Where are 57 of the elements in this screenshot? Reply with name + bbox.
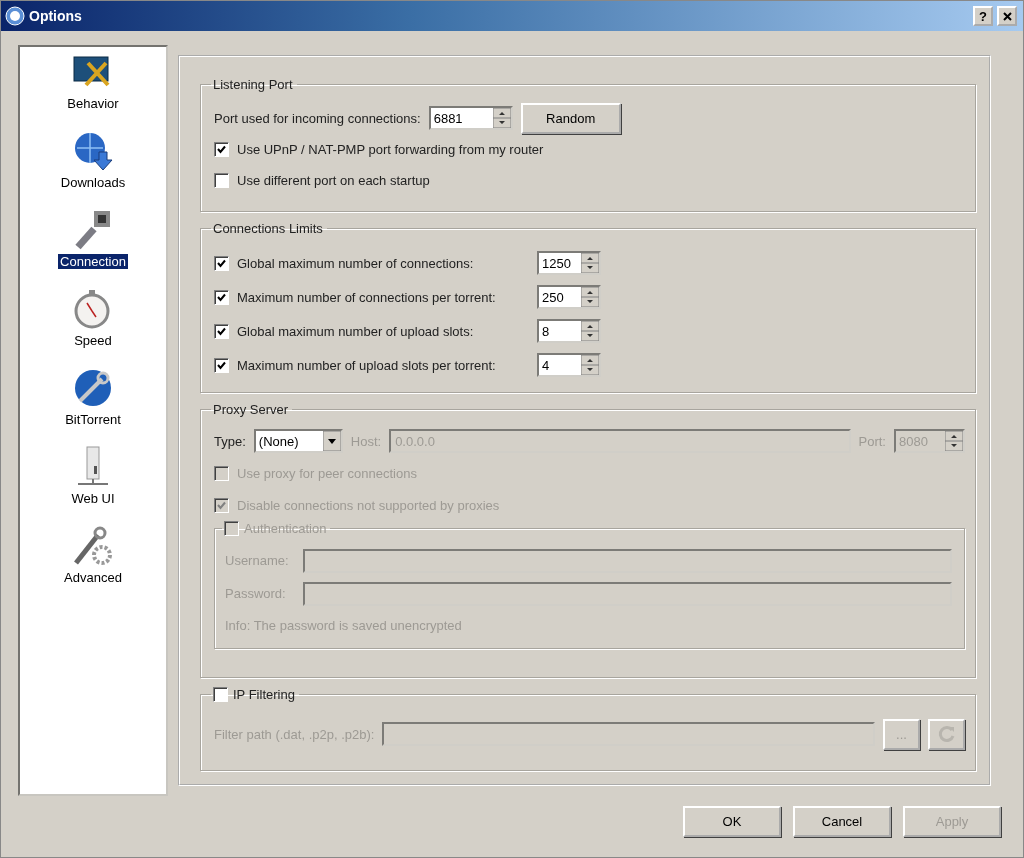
field-label: Port used for incoming connections:: [214, 110, 421, 126]
check-mark-icon: [217, 500, 226, 510]
number-field[interactable]: 4: [537, 353, 601, 377]
random-button[interactable]: Random: [520, 102, 621, 134]
number-field[interactable]: 6881: [428, 106, 513, 130]
check-mark-icon: [217, 360, 226, 370]
spin-arrows-icon[interactable]: [581, 321, 599, 341]
globe-download-icon: [72, 130, 114, 172]
app-logo-icon: [5, 6, 25, 26]
sidebar-item[interactable]: Advanced: [62, 570, 124, 585]
close-icon: [1002, 11, 1012, 21]
checkbox-label: Authentication: [244, 521, 327, 536]
filter-path-field[interactable]: [382, 722, 875, 746]
sidebar-item[interactable]: Web UI: [69, 491, 117, 506]
group-title: Connections Limits: [213, 221, 323, 236]
checkbox[interactable]: [214, 173, 229, 188]
check-mark-icon: [217, 258, 226, 268]
group-title: Proxy Server: [213, 402, 289, 417]
checkbox[interactable]: [214, 142, 229, 157]
sidebar-item[interactable]: Downloads: [58, 175, 128, 190]
spin-arrows-icon[interactable]: [581, 355, 599, 375]
check-mark-icon: [217, 292, 226, 302]
check-mark-icon: [217, 326, 226, 336]
number-field[interactable]: 250: [537, 285, 601, 309]
reload-icon: [937, 725, 956, 743]
checkbox-label: Maximum number of connections per torrent:: [237, 289, 497, 305]
checkbox-label: Maximum number of upload slots per torrent:: [237, 357, 497, 373]
checkbox[interactable]: [213, 687, 228, 702]
sidebar-item[interactable]: Connection: [58, 254, 128, 269]
number-field[interactable]: 1250: [537, 251, 601, 275]
help-button[interactable]: ?: [973, 6, 993, 26]
spin-arrows-icon[interactable]: [581, 287, 599, 307]
checkbox-label: Global maximum number of connections:: [237, 255, 475, 271]
checkbox[interactable]: [214, 255, 229, 271]
sidebar-item[interactable]: Speed: [72, 333, 114, 348]
checkbox[interactable]: [214, 323, 229, 339]
check-mark-icon: [217, 145, 226, 154]
checkbox[interactable]: [214, 357, 229, 373]
group-title: Listening Port: [213, 77, 293, 92]
wrench-gear-icon: [72, 525, 114, 567]
dialog-button[interactable]: Cancel: [793, 806, 891, 837]
checkbox[interactable]: [214, 289, 229, 305]
window-title: Options: [29, 8, 83, 24]
dropdown-arrow-icon: [322, 431, 341, 451]
spin-arrows-icon[interactable]: [581, 253, 599, 273]
spin-arrows-icon[interactable]: [492, 108, 511, 128]
checkbox-label: Global maximum number of upload slots:: [237, 323, 475, 339]
number-field[interactable]: 8: [537, 319, 601, 343]
checkbox-label: Use different port on each startup: [237, 173, 430, 188]
field-label: Type:: [214, 433, 246, 449]
dialog-button[interactable]: OK: [683, 806, 781, 837]
close-button[interactable]: [997, 6, 1017, 26]
sidebar-item[interactable]: BitTorrent: [63, 412, 123, 427]
sidebar-item[interactable]: Behavior: [65, 96, 121, 111]
checkbox-label: Use UPnP / NAT-PMP port forwarding from my router: [237, 142, 544, 157]
globe-wrench-icon: [72, 367, 114, 409]
checkbox-label: IP Filtering: [233, 687, 295, 702]
